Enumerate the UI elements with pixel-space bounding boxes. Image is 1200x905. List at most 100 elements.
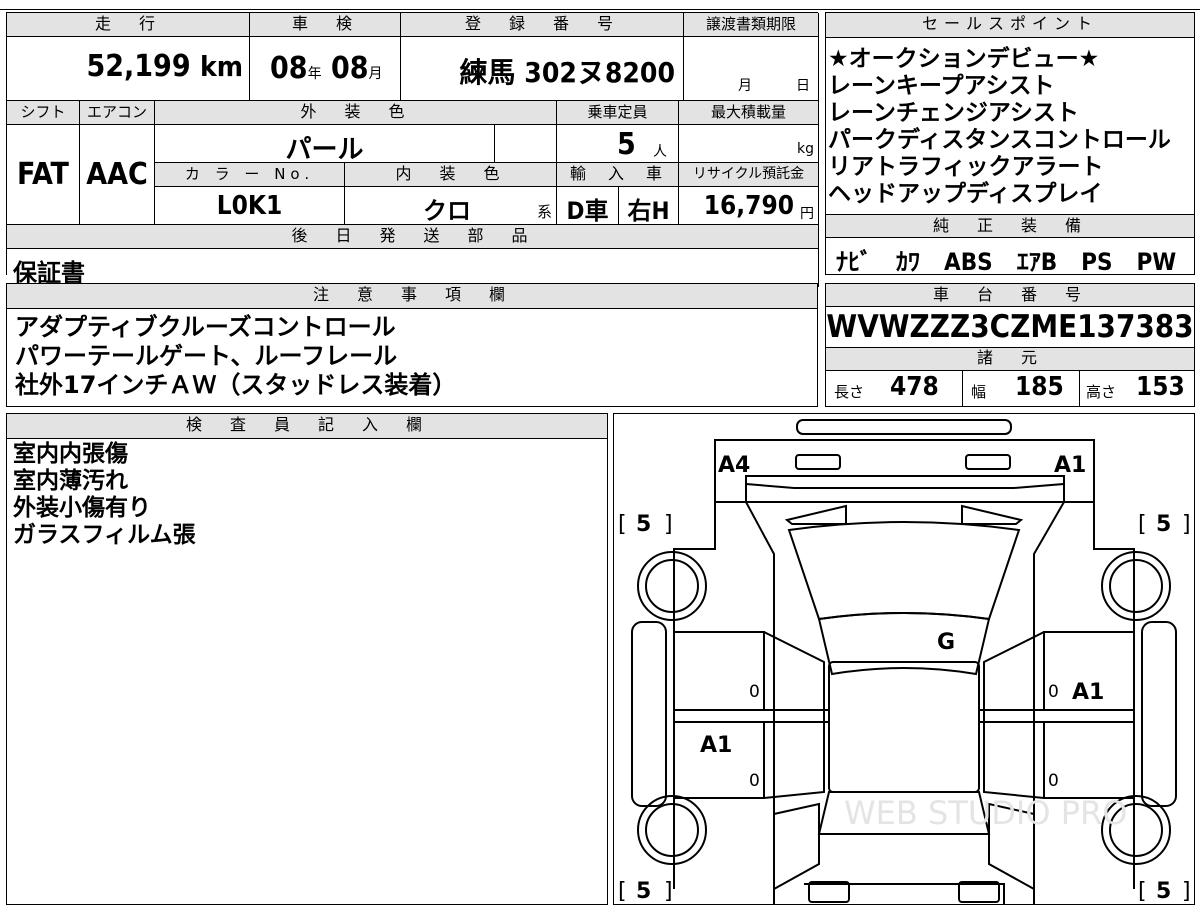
interior-suffix: 系 xyxy=(536,203,552,221)
import-header: 輸 入 車 xyxy=(557,163,679,187)
notes-list: アダプティブクルーズコントロール パワーテールゲート、ルーフレール 社外17イン… xyxy=(7,309,817,400)
body-right-inner xyxy=(1033,501,1065,904)
mirror-right-shape xyxy=(1141,621,1177,807)
watermark: WEB STUDIO PRO xyxy=(844,794,1127,832)
exterior-color-value: パール xyxy=(285,135,364,163)
sales-points-list: ★オークションデビュー★ レーンキープアシスト レーンチェンジアシスト パークデ… xyxy=(826,38,1194,208)
rear-side-left-shape xyxy=(773,802,820,890)
specs-row: 長さ 478 幅 185 高さ 153 xyxy=(826,370,1194,406)
recycle-header: リサイクル預託金 xyxy=(679,163,819,187)
tire-bracket-close: ] xyxy=(664,512,673,537)
registration-number: 練馬 302ヌ8200 xyxy=(459,56,675,89)
length-value: 478 xyxy=(890,372,939,402)
tire-bracket-open: [ xyxy=(1138,879,1147,904)
sales-point-item: リアトラフィックアラート xyxy=(828,154,1104,180)
windshield-shape xyxy=(787,521,1021,621)
color-no-header: カ ラ ー No. xyxy=(155,163,345,187)
exterior-color-cell: パール xyxy=(155,125,495,163)
inspector-note-item: 室内薄汚れ xyxy=(13,468,128,494)
inspector-box: 検 査 員 記 入 欄 室内内張傷 室内薄汚れ 外装小傷有り ガラスフィルム張 xyxy=(6,413,608,905)
inspection-header: 車 検 xyxy=(250,13,401,37)
height-cell: 高さ 153 xyxy=(1080,370,1193,406)
inspector-list: 室内内張傷 室内薄汚れ 外装小傷有り ガラスフィルム張 xyxy=(7,439,607,549)
genuine-equipment-header: 純 正 装 備 xyxy=(826,215,1194,238)
door-zero-left-front: 0 xyxy=(749,682,760,702)
inspector-note-item: 外装小傷有り xyxy=(13,495,151,521)
notes-box: 注 意 事 項 欄 アダプティブクルーズコントロール パワーテールゲート、ルーフ… xyxy=(6,283,818,407)
tire-bracket-open: [ xyxy=(618,512,627,537)
registration-cell: 練馬 302ヌ8200 xyxy=(401,37,684,101)
recycle-unit: 円 xyxy=(800,206,814,222)
aircon-cell: AAC xyxy=(80,125,155,225)
capacity-unit: 人 xyxy=(653,144,667,160)
car-diagram-box: WEB STUDIO PRO A4 A1 G A1 A1 0 0 0 0 [ 5… xyxy=(613,413,1195,905)
sales-point-item: パークディスタンスコントロール xyxy=(828,127,1171,153)
max-load-unit: kg xyxy=(797,141,814,157)
tire-front-right: 5 xyxy=(1156,512,1171,537)
deadline-month-unit: 月 xyxy=(738,78,752,94)
roof-center-shape xyxy=(828,661,980,793)
tire-front-left: 5 xyxy=(636,512,651,537)
wheel-front-left-shape xyxy=(637,551,707,621)
sales-point-item: レーンキープアシスト xyxy=(828,73,1055,99)
shift-cell: FAT xyxy=(7,125,80,225)
recycle-cell: 16,790 円 xyxy=(679,187,819,225)
chassis-box: 車 台 番 号 WVWZZZ3CZME137383 諸 元 長さ 478 幅 1… xyxy=(825,283,1195,407)
deadline-header: 譲渡書類期限 xyxy=(684,13,819,37)
capacity-value: 5 xyxy=(617,127,636,162)
aircon-header: エアコン xyxy=(80,101,155,125)
later-parts-header: 後 日 発 送 部 品 xyxy=(7,225,819,249)
later-parts-value: 保証書 xyxy=(13,259,85,287)
sales-point-item: レーンチェンジアシスト xyxy=(828,100,1079,126)
mark-front-left: A4 xyxy=(718,453,750,478)
exterior-color-extra-cell xyxy=(495,125,557,163)
door-zero-right-rear: 0 xyxy=(1048,771,1059,791)
shift-header: シフト xyxy=(7,101,80,125)
handle-cell: 右H xyxy=(619,187,679,225)
width-value: 185 xyxy=(1015,372,1064,402)
front-grille-right-shape xyxy=(961,504,1024,525)
note-item: アダプティブクルーズコントロール xyxy=(15,313,396,341)
capacity-header: 乗車定員 xyxy=(557,101,679,125)
interior-color-cell: クロ 系 xyxy=(345,187,557,225)
color-no-value: L0K1 xyxy=(216,191,283,221)
mileage-header: 走 行 xyxy=(7,13,250,37)
mileage-unit: km xyxy=(200,50,243,83)
interior-color-value: クロ xyxy=(423,197,471,225)
vehicle-info-grid: 走 行 車 検 登 録 番 号 譲渡書類期限 52,199 km 08年 08月… xyxy=(6,12,819,287)
color-no-cell: L0K1 xyxy=(155,187,345,225)
length-cell: 長さ 478 xyxy=(826,370,963,406)
max-load-header: 最大積載量 xyxy=(679,101,819,125)
sales-point-item: ★オークションデビュー★ xyxy=(828,46,1100,72)
recycle-fee: 16,790 xyxy=(703,191,794,221)
front-grille-left-shape xyxy=(784,504,847,525)
mileage-cell: 52,199 km xyxy=(7,37,250,101)
inspection-year: 08 xyxy=(270,51,308,86)
car-diagram: WEB STUDIO PRO A4 A1 G A1 A1 0 0 0 0 [ 5… xyxy=(618,419,1191,904)
max-load-cell: kg xyxy=(679,125,819,163)
note-item: 社外17インチＡＷ（スタッドレス装着） xyxy=(15,371,457,399)
inspection-cell: 08年 08月 xyxy=(250,37,401,101)
registration-header: 登 録 番 号 xyxy=(401,13,684,37)
tire-bracket-open: [ xyxy=(1138,512,1147,537)
front-upper-shape xyxy=(745,482,1065,503)
inspector-header: 検 査 員 記 入 欄 xyxy=(7,414,607,439)
genuine-equipment-value: ﾅﾋﾞ ｶﾜ ABS ｴｱB PS PW xyxy=(836,248,1177,276)
top-cropped-strip xyxy=(0,0,1200,10)
width-cell: 幅 185 xyxy=(963,370,1080,406)
front-lip-shape xyxy=(796,419,1012,435)
front-left-light-shape xyxy=(795,454,841,470)
shift-value: FAT xyxy=(17,157,69,192)
inspector-note-item: 室内内張傷 xyxy=(13,441,128,467)
import-type-cell: D車 xyxy=(557,187,619,225)
import-type-value: D車 xyxy=(566,197,609,225)
notes-header: 注 意 事 項 欄 xyxy=(7,284,817,309)
tire-bracket-open: [ xyxy=(618,879,627,904)
roof-shape xyxy=(817,612,991,676)
genuine-equipment-section: 純 正 装 備 ﾅﾋﾞ ｶﾜ ABS ｴｱB PS PW xyxy=(826,214,1194,276)
specs-header: 諸 元 xyxy=(826,347,1194,371)
tire-rear-right: 5 xyxy=(1156,879,1171,904)
aircon-value: AAC xyxy=(86,157,148,192)
year-unit: 年 xyxy=(307,66,322,82)
body-left-inner xyxy=(745,501,775,904)
